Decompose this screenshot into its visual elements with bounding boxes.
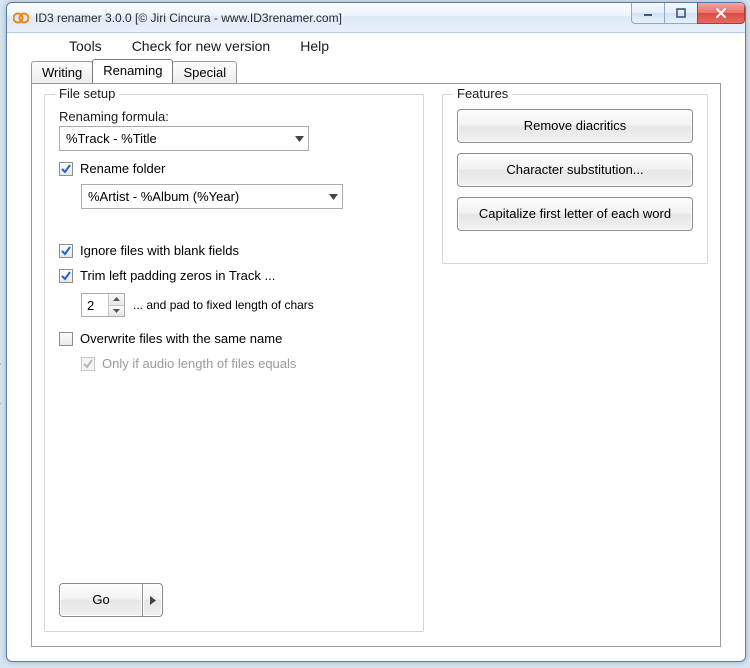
only-if-length-checkbox: Only if audio length of files equals xyxy=(81,356,409,371)
window-title: ID3 renamer 3.0.0 [© Jiri Cincura - www.… xyxy=(35,11,342,25)
folder-formula-combo[interactable]: %Artist - %Album (%Year) xyxy=(81,184,343,209)
titlebar: ID3 renamer 3.0.0 [© Jiri Cincura - www.… xyxy=(7,3,745,33)
pad-length-spinner[interactable]: 2 xyxy=(81,293,125,317)
maximize-button[interactable] xyxy=(664,3,698,24)
go-button[interactable]: Go xyxy=(59,583,143,617)
capitalize-button[interactable]: Capitalize first letter of each word xyxy=(457,197,693,231)
minimize-button[interactable] xyxy=(631,3,665,24)
tab-page-renaming: File setup Renaming formula: %Track - %T… xyxy=(31,83,721,647)
close-button[interactable] xyxy=(697,3,745,24)
checkbox-icon xyxy=(59,244,73,258)
formula-value: %Track - %Title xyxy=(66,131,157,146)
rename-folder-checkbox[interactable]: Rename folder xyxy=(59,161,409,176)
checkbox-icon xyxy=(59,269,73,283)
pad-length-row: 2 ... and pad to fixed length of chars xyxy=(81,293,409,317)
pad-length-value: 2 xyxy=(82,294,108,316)
folder-formula-value: %Artist - %Album (%Year) xyxy=(88,189,239,204)
menu-tools[interactable]: Tools xyxy=(63,36,108,56)
formula-label: Renaming formula: xyxy=(59,109,409,124)
app-window: ID3 renamer 3.0.0 [© Jiri Cincura - www.… xyxy=(6,2,746,662)
formula-combo[interactable]: %Track - %Title xyxy=(59,126,309,151)
go-split-button[interactable] xyxy=(143,583,163,617)
dropdown-icon xyxy=(290,127,308,150)
remove-diacritics-button[interactable]: Remove diacritics xyxy=(457,109,693,143)
groupbox-file-setup: File setup Renaming formula: %Track - %T… xyxy=(44,94,424,632)
rename-folder-label: Rename folder xyxy=(80,161,165,176)
dropdown-icon xyxy=(324,185,342,208)
trim-zeros-label: Trim left padding zeros in Track ... xyxy=(80,268,275,283)
overwrite-label: Overwrite files with the same name xyxy=(80,331,282,346)
spinner-down-icon[interactable] xyxy=(109,305,124,317)
tab-strip: Writing Renaming Special xyxy=(7,59,745,83)
checkbox-icon xyxy=(59,162,73,176)
ignore-blank-label: Ignore files with blank fields xyxy=(80,243,239,258)
current-path-label: C:\Users\Jiri xyxy=(0,343,3,420)
pad-suffix-label: ... and pad to fixed length of chars xyxy=(133,298,314,312)
tab-special[interactable]: Special xyxy=(172,61,237,84)
overwrite-checkbox[interactable]: Overwrite files with the same name xyxy=(59,331,409,346)
menu-help[interactable]: Help xyxy=(294,36,335,56)
window-buttons xyxy=(632,3,745,24)
only-if-length-label: Only if audio length of files equals xyxy=(102,356,296,371)
char-substitution-button[interactable]: Character substitution... xyxy=(457,153,693,187)
features-legend: Features xyxy=(453,86,512,101)
menubar: Tools Check for new version Help xyxy=(7,33,745,59)
tab-renaming[interactable]: Renaming xyxy=(92,59,173,83)
spinner-up-icon[interactable] xyxy=(109,294,124,305)
groupbox-features: Features Remove diacritics Character sub… xyxy=(442,94,708,264)
menu-check-update[interactable]: Check for new version xyxy=(126,36,277,56)
file-setup-legend: File setup xyxy=(55,86,119,101)
checkbox-icon xyxy=(59,332,73,346)
trim-zeros-checkbox[interactable]: Trim left padding zeros in Track ... xyxy=(59,268,409,283)
tab-writing[interactable]: Writing xyxy=(31,61,93,84)
checkbox-icon xyxy=(81,357,95,371)
app-icon xyxy=(13,10,29,26)
ignore-blank-checkbox[interactable]: Ignore files with blank fields xyxy=(59,243,409,258)
